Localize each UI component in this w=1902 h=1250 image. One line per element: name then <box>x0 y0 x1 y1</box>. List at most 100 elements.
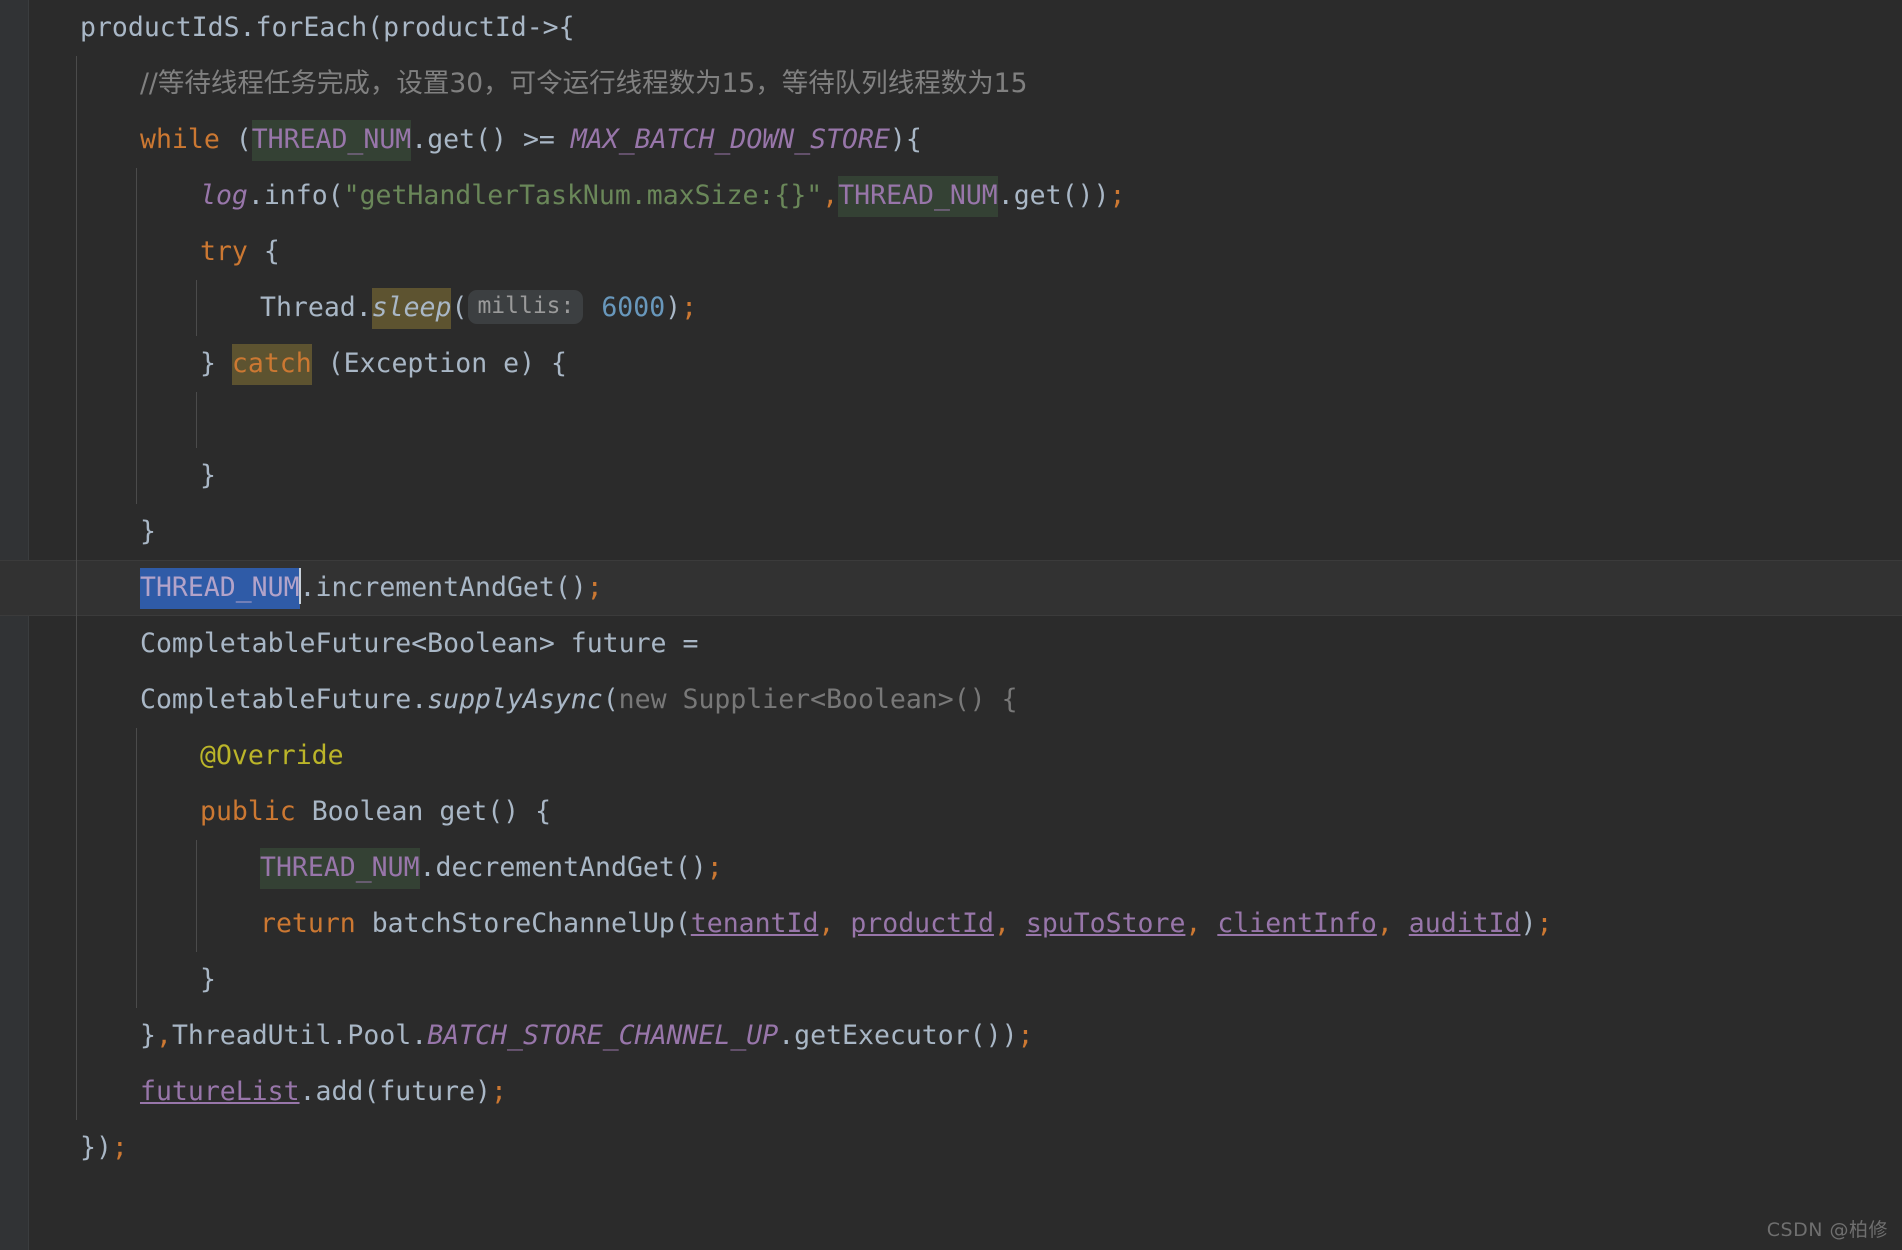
code-token: ThreadUtil.Pool. <box>171 1020 428 1051</box>
code-token: , <box>1185 908 1218 939</box>
code-line[interactable]: }); <box>0 1120 1902 1176</box>
code-token: supplyAsync <box>427 684 603 715</box>
code-token: .add(future) <box>299 1076 491 1107</box>
code-token: CompletableFuture. <box>140 684 428 715</box>
code-token: THREAD_NUM <box>838 176 998 217</box>
code-token: .decrementAndGet() <box>419 852 707 883</box>
code-line[interactable]: log.info("getHandlerTaskNum.maxSize:{}",… <box>0 168 1902 224</box>
indent-guide <box>136 952 137 1008</box>
code-token: >= <box>522 124 555 155</box>
code-token: spuToStore <box>1025 908 1186 939</box>
indent-guide <box>136 448 137 504</box>
code-line[interactable]: CompletableFuture<Boolean> future = <box>0 616 1902 672</box>
code-line[interactable]: CompletableFuture.supplyAsync(new Suppli… <box>0 672 1902 728</box>
code-line[interactable]: //等待线程任务完成，设置30，可令运行线程数为15，等待队列线程数为15 <box>0 56 1902 112</box>
code-token: log <box>200 180 248 211</box>
code-line[interactable]: @Override <box>0 728 1902 784</box>
code-token: ; <box>1109 180 1126 211</box>
indent-guide <box>76 672 77 728</box>
indent-guide <box>76 784 77 840</box>
code-token: () { <box>487 796 552 827</box>
code-line[interactable]: } <box>0 448 1902 504</box>
code-line[interactable]: } catch (Exception e) { <box>0 336 1902 392</box>
code-token: ; <box>1536 908 1553 939</box>
code-token: MAX_BATCH_DOWN_STORE <box>570 124 890 155</box>
code-token: .get()) <box>997 180 1110 211</box>
indent-guide <box>76 1064 77 1120</box>
code-line[interactable]: public Boolean get() { <box>0 784 1902 840</box>
code-content[interactable]: productIdS.forEach(productId->{//等待线程任务完… <box>0 0 1902 1250</box>
indent-guide <box>196 392 197 448</box>
code-token: new <box>618 684 667 715</box>
csdn-watermark: CSDN @柏修 <box>1766 1219 1888 1241</box>
code-token: ( <box>451 292 468 323</box>
code-token: ; <box>586 572 603 603</box>
code-token: clientInfo <box>1217 908 1377 939</box>
code-line[interactable]: } <box>0 952 1902 1008</box>
indent-guide <box>136 224 137 280</box>
code-editor[interactable]: productIdS.forEach(productId->{//等待线程任务完… <box>0 0 1902 1250</box>
indent-guide <box>136 168 137 224</box>
code-token: ; <box>491 1076 507 1107</box>
indent-guide <box>136 840 137 896</box>
code-token: Boolean <box>295 796 440 827</box>
code-token: , <box>155 1020 172 1051</box>
code-token: , <box>822 180 839 211</box>
code-line[interactable]: },ThreadUtil.Pool.BATCH_STORE_CHANNEL_UP… <box>0 1008 1902 1064</box>
indent-guide <box>76 448 77 504</box>
code-token: } <box>200 964 216 995</box>
code-token: , <box>818 908 851 939</box>
indent-guide <box>196 896 197 952</box>
indent-guide <box>76 896 77 952</box>
indent-guide <box>76 1008 77 1064</box>
code-line[interactable]: productIdS.forEach(productId->{ <box>0 0 1902 56</box>
code-token: get <box>439 796 488 827</box>
code-line[interactable]: THREAD_NUM.incrementAndGet(); <box>0 560 1902 616</box>
code-token: ) <box>665 292 682 323</box>
indent-guide <box>76 840 77 896</box>
code-token: Thread. <box>260 292 372 323</box>
code-token: @Override <box>200 740 344 771</box>
code-token: ; <box>681 292 698 323</box>
code-token: CompletableFuture<Boolean> future = <box>140 628 699 659</box>
indent-guide <box>76 392 77 448</box>
indent-guide <box>76 728 77 784</box>
indent-guide <box>136 896 137 952</box>
code-token: } <box>200 348 232 379</box>
code-line[interactable]: } <box>0 504 1902 560</box>
code-token: try <box>200 236 248 267</box>
indent-guide <box>196 840 197 896</box>
code-token: catch <box>231 344 312 385</box>
code-line[interactable]: return batchStoreChannelUp(tenantId, pro… <box>0 896 1902 952</box>
indent-guide <box>76 504 77 560</box>
code-token: while <box>140 124 220 155</box>
code-token: ; <box>1017 1020 1034 1051</box>
code-token: BATCH_STORE_CHANNEL_UP <box>427 1020 779 1051</box>
indent-guide <box>76 952 77 1008</box>
code-token: , <box>1376 908 1409 939</box>
code-line[interactable]: Thread.sleep(millis: 6000); <box>0 280 1902 336</box>
code-token: ( <box>602 684 619 715</box>
code-line[interactable]: try { <box>0 224 1902 280</box>
code-line[interactable]: while (THREAD_NUM.get() >= MAX_BATCH_DOW… <box>0 112 1902 168</box>
code-line[interactable]: futureList.add(future); <box>0 1064 1902 1120</box>
code-token: } <box>140 1020 156 1051</box>
code-token: 6000 <box>601 292 666 323</box>
code-token: ){ <box>889 124 922 155</box>
indent-guide <box>136 280 137 336</box>
code-token: (Exception e) { <box>311 348 567 379</box>
indent-guide <box>136 784 137 840</box>
code-line[interactable]: THREAD_NUM.decrementAndGet(); <box>0 840 1902 896</box>
indent-guide <box>76 336 77 392</box>
code-token: .get() <box>411 124 523 155</box>
code-line[interactable] <box>0 392 1902 448</box>
indent-guide <box>76 560 77 616</box>
code-token: Supplier<Boolean>() { <box>666 684 1018 715</box>
indent-guide <box>136 728 137 784</box>
code-token: sleep <box>371 288 452 329</box>
code-token: , <box>993 908 1026 939</box>
code-token: THREAD_NUM <box>140 568 300 609</box>
code-token: ( <box>219 124 252 155</box>
